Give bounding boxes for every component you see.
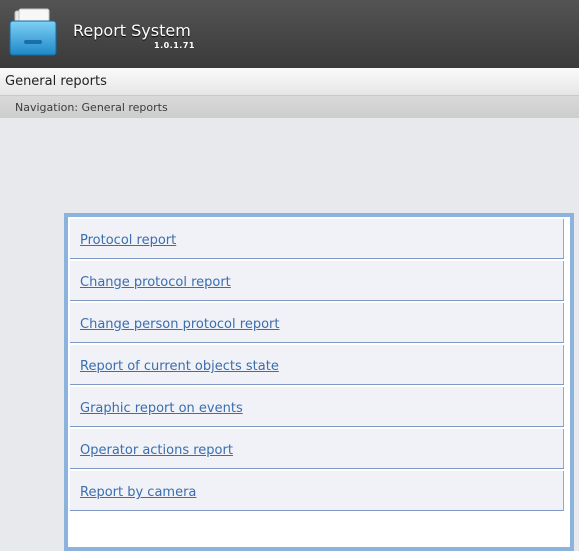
current-objects-state-report-link[interactable]: Report of current objects state	[80, 359, 279, 374]
folder-icon	[9, 8, 57, 56]
report-item-graphic-events: Graphic report on events	[70, 387, 564, 427]
breadcrumb: Navigation: General reports	[0, 96, 579, 118]
report-item-by-camera: Report by camera	[70, 471, 564, 511]
app-title: Report System	[73, 21, 191, 40]
report-item-change-protocol: Change protocol report	[70, 261, 564, 301]
page-title: General reports	[5, 74, 107, 89]
change-protocol-report-link[interactable]: Change protocol report	[80, 275, 231, 290]
report-item-change-person-protocol: Change person protocol report	[70, 303, 564, 343]
app-version: 1.0.1.71	[154, 41, 195, 50]
app-header: Report System 1.0.1.71	[0, 0, 579, 68]
graphic-events-report-link[interactable]: Graphic report on events	[80, 401, 243, 416]
operator-actions-report-link[interactable]: Operator actions report	[80, 443, 233, 458]
page-header: General reports	[0, 68, 579, 96]
report-item-current-objects-state: Report of current objects state	[70, 345, 564, 385]
report-item-operator-actions: Operator actions report	[70, 429, 564, 469]
change-person-protocol-report-link[interactable]: Change person protocol report	[80, 317, 279, 332]
report-list-panel: Protocol report Change protocol report C…	[64, 213, 574, 551]
camera-report-link[interactable]: Report by camera	[80, 485, 196, 500]
breadcrumb-text: Navigation: General reports	[15, 101, 168, 114]
report-item-protocol: Protocol report	[70, 219, 564, 259]
protocol-report-link[interactable]: Protocol report	[80, 233, 176, 248]
